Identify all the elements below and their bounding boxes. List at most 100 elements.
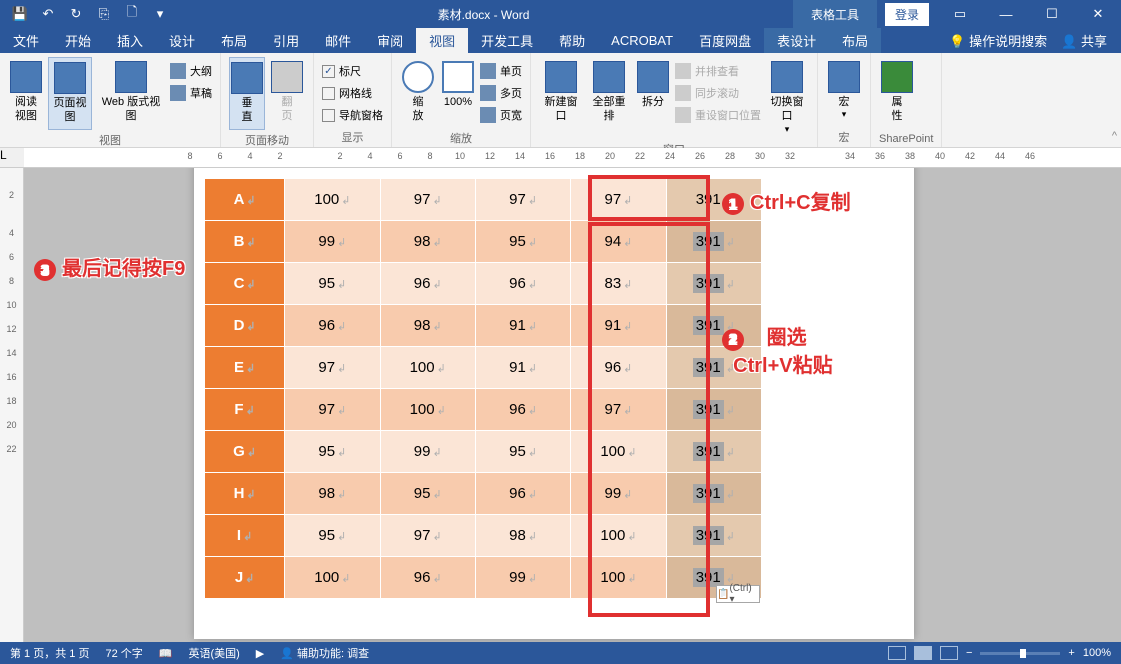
- status-language[interactable]: 英语(美国): [188, 645, 239, 661]
- qat-dropdown[interactable]: ▾: [146, 0, 174, 28]
- row-header[interactable]: E↲: [205, 347, 285, 389]
- qat-tool2[interactable]: 🗋: [118, 0, 146, 28]
- qat-tool1[interactable]: ⎘: [90, 0, 118, 28]
- status-macro-icon[interactable]: ▶: [256, 647, 264, 660]
- table-cell[interactable]: 100↲: [285, 179, 380, 221]
- ruler-horizontal[interactable]: L 86422468101214161820222426283032343638…: [0, 148, 1121, 168]
- login-button[interactable]: 登录: [885, 3, 929, 26]
- tab-review[interactable]: 审阅: [364, 28, 416, 53]
- ribbon-display-button[interactable]: ▭: [937, 0, 983, 28]
- view-mode-print-icon[interactable]: [914, 646, 932, 660]
- table-cell[interactable]: 391↲: [666, 515, 761, 557]
- row-header[interactable]: A↲: [205, 179, 285, 221]
- table-row[interactable]: A↲100↲97↲97↲97↲391↲: [205, 179, 762, 221]
- row-header[interactable]: C↲: [205, 263, 285, 305]
- table-cell[interactable]: 95↲: [285, 431, 380, 473]
- zoom-in-button[interactable]: +: [1068, 647, 1074, 659]
- share-button[interactable]: 👤 共享: [1061, 31, 1107, 50]
- table-row[interactable]: G↲95↲99↲95↲100↲391↲: [205, 431, 762, 473]
- table-cell[interactable]: 98↲: [380, 221, 475, 263]
- status-spellcheck-icon[interactable]: 📖: [159, 647, 173, 660]
- table-cell[interactable]: 97↲: [571, 389, 666, 431]
- table-cell[interactable]: 96↲: [475, 389, 570, 431]
- ruler-checkbox[interactable]: ✓标尺: [322, 61, 383, 81]
- tab-insert[interactable]: 插入: [104, 28, 156, 53]
- table-cell[interactable]: 96↲: [285, 305, 380, 347]
- row-header[interactable]: J↲: [205, 557, 285, 599]
- table-cell[interactable]: 100↲: [571, 515, 666, 557]
- minimize-button[interactable]: —: [983, 0, 1029, 28]
- tab-design[interactable]: 设计: [156, 28, 208, 53]
- tab-references[interactable]: 引用: [260, 28, 312, 53]
- table-cell[interactable]: 97↲: [285, 389, 380, 431]
- row-header[interactable]: F↲: [205, 389, 285, 431]
- arrange-all-button[interactable]: 全部重排: [587, 57, 631, 128]
- table-cell[interactable]: 99↲: [475, 557, 570, 599]
- zoom-percent[interactable]: 100%: [1083, 647, 1111, 659]
- status-page[interactable]: 第 1 页，共 1 页: [10, 645, 89, 661]
- tab-acrobat[interactable]: ACROBAT: [598, 28, 686, 53]
- navigation-checkbox[interactable]: 导航窗格: [322, 105, 383, 125]
- table-cell[interactable]: 98↲: [285, 473, 380, 515]
- table-cell[interactable]: 391↲: [666, 431, 761, 473]
- redo-button[interactable]: ↻: [62, 0, 90, 28]
- table-row[interactable]: I↲95↲97↲98↲100↲391↲: [205, 515, 762, 557]
- tab-baidu[interactable]: 百度网盘: [686, 28, 764, 53]
- multi-page-button[interactable]: 多页: [480, 83, 522, 103]
- table-cell[interactable]: 391↲: [666, 221, 761, 263]
- table-cell[interactable]: 391↲: [666, 389, 761, 431]
- print-layout-button[interactable]: 页面视图: [48, 57, 92, 130]
- table-cell[interactable]: 96↲: [475, 263, 570, 305]
- table-cell[interactable]: 95↲: [285, 515, 380, 557]
- table-cell[interactable]: 100↲: [285, 557, 380, 599]
- table-row[interactable]: E↲97↲100↲91↲96↲391↲: [205, 347, 762, 389]
- status-word-count[interactable]: 72 个字: [105, 645, 142, 661]
- table-cell[interactable]: 97↲: [380, 515, 475, 557]
- close-button[interactable]: ✕: [1075, 0, 1121, 28]
- tab-developer[interactable]: 开发工具: [468, 28, 546, 53]
- collapse-ribbon-button[interactable]: ^: [1112, 130, 1117, 142]
- gridlines-checkbox[interactable]: 网格线: [322, 83, 383, 103]
- zoom-button[interactable]: 缩 放: [400, 57, 436, 128]
- view-mode-web-icon[interactable]: [940, 646, 958, 660]
- tab-layout[interactable]: 布局: [208, 28, 260, 53]
- table-cell[interactable]: 95↲: [285, 263, 380, 305]
- table-cell[interactable]: 94↲: [571, 221, 666, 263]
- tab-table-layout[interactable]: 布局: [829, 28, 881, 53]
- document-page[interactable]: A↲100↲97↲97↲97↲391↲B↲99↲98↲95↲94↲391↲C↲9…: [194, 168, 914, 639]
- row-header[interactable]: I↲: [205, 515, 285, 557]
- table-cell[interactable]: 99↲: [380, 431, 475, 473]
- table-cell[interactable]: 96↲: [475, 473, 570, 515]
- switch-window-button[interactable]: 切换窗口▾: [765, 57, 809, 139]
- row-header[interactable]: B↲: [205, 221, 285, 263]
- table-row[interactable]: J↲100↲96↲99↲100↲391↲: [205, 557, 762, 599]
- table-cell[interactable]: 91↲: [475, 305, 570, 347]
- view-mode-read-icon[interactable]: [888, 646, 906, 660]
- table-cell[interactable]: 99↲: [285, 221, 380, 263]
- row-header[interactable]: D↲: [205, 305, 285, 347]
- table-cell[interactable]: 91↲: [571, 305, 666, 347]
- save-button[interactable]: 💾: [6, 0, 34, 28]
- table-row[interactable]: C↲95↲96↲96↲83↲391↲: [205, 263, 762, 305]
- outline-view-button[interactable]: 大纲: [170, 61, 212, 81]
- undo-button[interactable]: ↶: [34, 0, 62, 28]
- zoom-out-button[interactable]: −: [966, 647, 972, 659]
- table-cell[interactable]: 98↲: [380, 305, 475, 347]
- table-cell[interactable]: 95↲: [380, 473, 475, 515]
- row-header[interactable]: H↲: [205, 473, 285, 515]
- tell-me[interactable]: 💡 操作说明搜索: [949, 31, 1047, 50]
- table-cell[interactable]: 100↲: [571, 431, 666, 473]
- table-cell[interactable]: 391↲: [666, 473, 761, 515]
- maximize-button[interactable]: ☐: [1029, 0, 1075, 28]
- properties-button[interactable]: 属 性: [879, 57, 915, 128]
- table-cell[interactable]: 83↲: [571, 263, 666, 305]
- vertical-button[interactable]: 垂 直: [229, 57, 265, 130]
- ruler-vertical[interactable]: 246810121416182022: [0, 168, 24, 642]
- table-row[interactable]: F↲97↲100↲96↲97↲391↲: [205, 389, 762, 431]
- table-cell[interactable]: 100↲: [380, 389, 475, 431]
- one-page-button[interactable]: 单页: [480, 61, 522, 81]
- table-cell[interactable]: 97↲: [475, 179, 570, 221]
- table-cell[interactable]: 98↲: [475, 515, 570, 557]
- page-canvas[interactable]: A↲100↲97↲97↲97↲391↲B↲99↲98↲95↲94↲391↲C↲9…: [24, 168, 1121, 642]
- reading-view-button[interactable]: 阅读 视图: [8, 57, 44, 128]
